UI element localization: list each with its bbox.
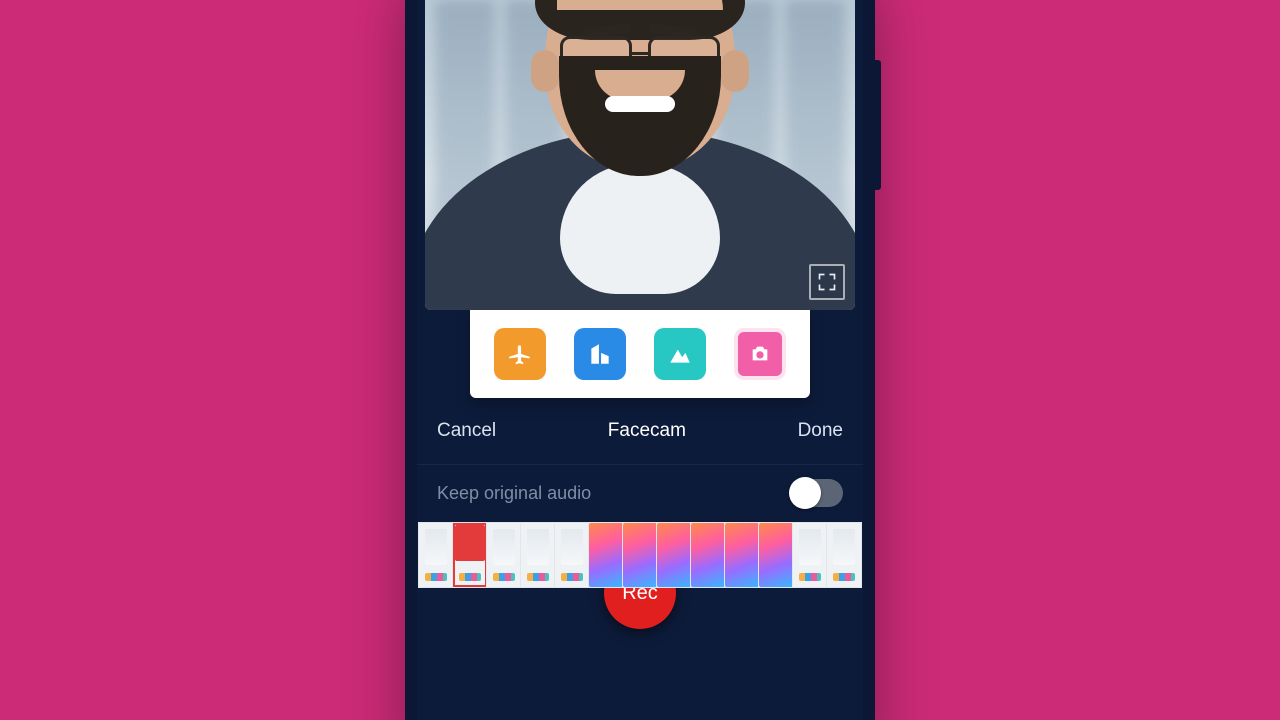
timeline-clip[interactable] <box>623 523 657 587</box>
timeline-clip[interactable] <box>725 523 759 587</box>
editor-title: Facecam <box>608 420 686 442</box>
building-icon <box>587 341 613 367</box>
bg-option-building[interactable] <box>574 328 626 380</box>
camera-preview <box>425 0 855 310</box>
bg-option-landscape[interactable] <box>654 328 706 380</box>
video-timeline[interactable] <box>419 523 861 587</box>
expand-preview-button[interactable] <box>809 264 845 300</box>
airplane-icon <box>507 341 533 367</box>
timeline-clip[interactable] <box>589 523 623 587</box>
bg-option-camera[interactable] <box>734 328 786 380</box>
timeline-clip[interactable] <box>657 523 691 587</box>
cancel-button[interactable]: Cancel <box>437 420 496 442</box>
timeline-clip[interactable] <box>759 523 793 587</box>
toggle-knob <box>789 477 821 509</box>
expand-icon <box>817 272 837 292</box>
timeline-clip[interactable] <box>453 523 487 587</box>
keep-audio-toggle[interactable] <box>791 479 843 507</box>
timeline-clip[interactable] <box>487 523 521 587</box>
preview-subject <box>460 0 820 310</box>
audio-row: Keep original audio <box>417 464 863 521</box>
timeline-clip[interactable] <box>555 523 589 587</box>
timeline-clip[interactable] <box>827 523 861 587</box>
bg-option-airplane[interactable] <box>494 328 546 380</box>
audio-label: Keep original audio <box>437 483 591 504</box>
background-tray <box>470 310 810 398</box>
timeline-clip[interactable] <box>419 523 453 587</box>
editor-header: Cancel Facecam Done <box>417 398 863 464</box>
timeline-clip[interactable] <box>793 523 827 587</box>
app-screen: Cancel Facecam Done Keep original audio … <box>417 0 863 720</box>
timeline-clip[interactable] <box>691 523 725 587</box>
camera-icon <box>749 343 771 365</box>
timeline-clip[interactable] <box>521 523 555 587</box>
record-area: Rec <box>417 587 863 720</box>
done-button[interactable]: Done <box>798 420 843 442</box>
phone-body: Cancel Facecam Done Keep original audio … <box>405 0 875 720</box>
app-frame: Cancel Facecam Done Keep original audio … <box>0 0 1280 720</box>
landscape-icon <box>667 341 693 367</box>
